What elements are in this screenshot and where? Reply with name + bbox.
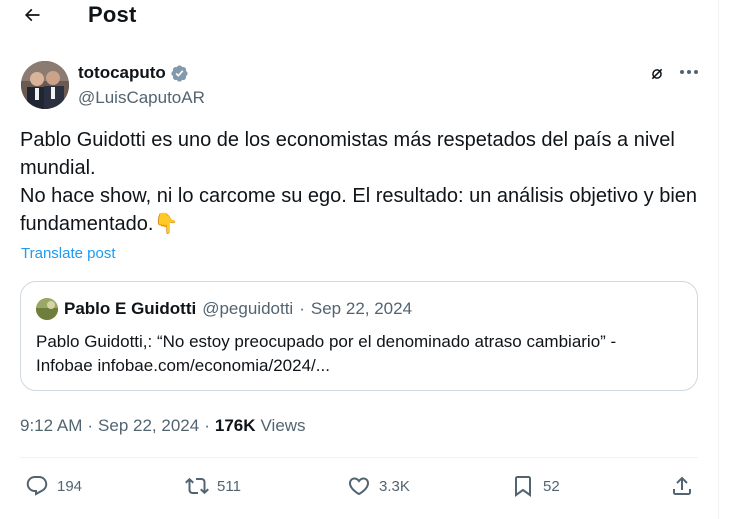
repost-icon	[185, 477, 209, 495]
like-count: 3.3K	[379, 477, 410, 495]
quoted-post[interactable]: Pablo E Guidotti @peguidotti · Sep 22, 2…	[20, 281, 698, 391]
tweet-text: Pablo Guidotti es uno de los economistas…	[20, 126, 700, 238]
tweet-line-2: No hace show, ni lo carcome su ego. El r…	[20, 185, 698, 235]
share-icon	[673, 476, 691, 495]
quoted-author-name: Pablo E Guidotti	[64, 299, 197, 318]
quoted-text-line-2: Infobae infobae.com/economia/2024/...	[36, 356, 330, 375]
tweet-line-1: Pablo Guidotti es uno de los economistas…	[20, 129, 675, 179]
reply-count: 194	[57, 477, 83, 495]
author-name[interactable]: totocaputo	[78, 63, 166, 83]
bookmark-icon	[515, 476, 531, 497]
post-meta: 9:12 AM · Sep 22, 2024 · 176K Views	[20, 416, 306, 436]
verified-badge-icon	[171, 64, 188, 82]
header: Post	[0, 0, 718, 32]
views-label: Views	[260, 416, 306, 435]
grok-icon	[651, 68, 663, 80]
more-button[interactable]	[676, 62, 702, 82]
author-handle[interactable]: @LuisCaputoAR	[78, 88, 205, 108]
quoted-text: Pablo Guidotti,: “No estoy preocupado po…	[36, 330, 686, 378]
repost-count: 511	[217, 477, 241, 495]
meta-separator: ·	[87, 416, 94, 435]
quoted-avatar	[36, 298, 58, 320]
quoted-text-line-1: Pablo Guidotti,: “No estoy preocupado po…	[36, 332, 617, 351]
quoted-post-header: Pablo E Guidotti @peguidotti · Sep 22, 2…	[36, 298, 412, 320]
translate-post-link[interactable]: Translate post	[21, 245, 116, 262]
heart-icon	[348, 477, 370, 496]
reply-icon	[26, 476, 48, 496]
post-view: Post totocaputo @LuisCaputoAR Pablo Guid…	[0, 0, 719, 519]
author-name-row[interactable]: totocaputo	[78, 63, 189, 83]
page-title: Post	[88, 2, 137, 27]
avatar[interactable]	[21, 61, 69, 109]
share-button[interactable]	[670, 474, 694, 498]
divider	[20, 457, 698, 458]
post-time[interactable]: 9:12 AM	[20, 416, 82, 436]
post-date[interactable]: Sep 22, 2024	[98, 416, 199, 436]
quoted-date: Sep 22, 2024	[310, 299, 413, 318]
reply-button[interactable]: 194	[25, 474, 82, 498]
views-count: 176K	[214, 416, 256, 435]
arrow-left-icon	[24, 8, 40, 22]
bookmark-count: 52	[543, 477, 560, 495]
action-bar: 194 511 3.3K 52	[20, 470, 700, 504]
meta-separator-2: ·	[204, 416, 210, 435]
quoted-separator: ·	[299, 299, 305, 318]
quoted-avatar-image	[36, 298, 58, 320]
avatar-image	[21, 61, 69, 109]
back-button[interactable]	[18, 2, 46, 28]
bookmark-button[interactable]: 52	[511, 474, 560, 498]
more-icon	[680, 70, 698, 74]
repost-button[interactable]: 511	[185, 474, 241, 498]
quoted-author-handle: @peguidotti	[202, 299, 294, 318]
like-button[interactable]: 3.3K	[347, 474, 410, 498]
grok-button[interactable]	[647, 64, 667, 84]
